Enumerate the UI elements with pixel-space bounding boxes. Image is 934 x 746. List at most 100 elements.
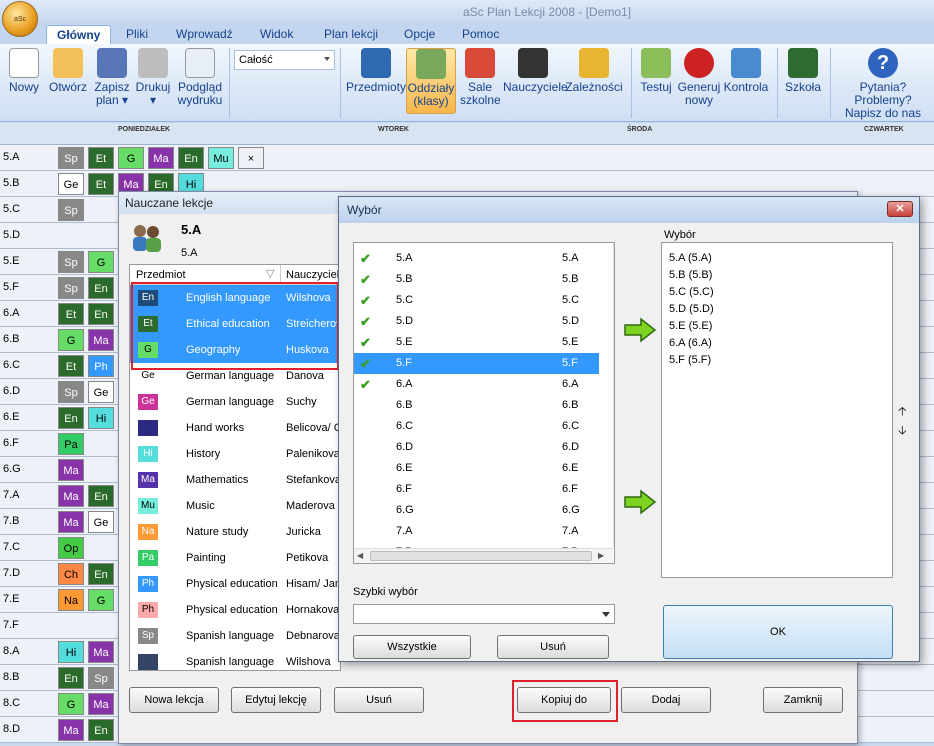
add-all-arrow-icon[interactable] <box>623 489 657 515</box>
source-row[interactable]: 6.C 6.C <box>354 416 599 437</box>
selected-item[interactable]: 5.F (5.F) <box>669 352 885 369</box>
lesson-row[interactable]: Ge German language Suchy <box>130 389 340 415</box>
row-label[interactable]: 6.E <box>3 411 20 423</box>
row-label[interactable]: 7.E <box>3 593 20 605</box>
lesson-row[interactable]: Ma Mathematics Stefankova <box>130 467 340 493</box>
scroll-right-icon[interactable]: ▶ <box>598 551 604 560</box>
lesson-card[interactable]: G <box>58 329 84 351</box>
lesson-card[interactable]: Ma <box>88 641 114 663</box>
lesson-card[interactable]: G <box>118 147 144 169</box>
add-button[interactable]: Dodaj <box>621 687 711 713</box>
lesson-card[interactable]: G <box>88 251 114 273</box>
tab-wprowadz[interactable]: Wprowadź <box>166 25 243 44</box>
remove-button[interactable]: Usuń <box>497 635 609 659</box>
generate-button[interactable]: Generuj nowy <box>677 48 721 107</box>
tab-widok[interactable]: Widok <box>250 25 303 44</box>
row-label[interactable]: 7.B <box>3 515 20 527</box>
row-label[interactable]: 6.G <box>3 463 21 475</box>
lesson-row[interactable]: Ph Physical education Hornakova <box>130 597 340 623</box>
row-label[interactable]: 6.A <box>3 307 20 319</box>
selected-item[interactable]: 5.C (5.C) <box>669 284 885 301</box>
lesson-card[interactable]: Ge <box>88 381 114 403</box>
selected-item[interactable]: 5.B (5.B) <box>669 267 885 284</box>
lesson-card[interactable]: Ge <box>58 173 84 195</box>
tab-glowny[interactable]: Główny <box>46 25 112 44</box>
row-label[interactable]: 5.B <box>3 177 20 189</box>
lesson-card[interactable]: Sp <box>58 381 84 403</box>
hscroll-thumb[interactable] <box>370 551 592 561</box>
new-button[interactable]: Nowy <box>6 48 42 94</box>
help-button[interactable]: ? Pytania? Problemy? Napisz do nas <box>834 48 932 120</box>
lesson-card[interactable]: G <box>58 693 84 715</box>
lesson-card[interactable]: Et <box>58 303 84 325</box>
source-row[interactable]: ✔ 5.D 5.D <box>354 311 599 332</box>
lesson-card[interactable]: En <box>58 667 84 689</box>
source-row[interactable]: ✔ 5.B 5.B <box>354 269 599 290</box>
tab-pomoc[interactable]: Pomoc <box>452 25 509 44</box>
classes-button[interactable]: Oddziały (klasy) <box>406 48 456 114</box>
lesson-card[interactable]: Op <box>58 537 84 559</box>
lesson-card[interactable]: Et <box>88 173 114 195</box>
source-row[interactable]: ✔ 5.A 5.A <box>354 248 599 269</box>
open-button[interactable]: Otwórz <box>46 48 90 94</box>
source-row[interactable]: ✔ 5.E 5.E <box>354 332 599 353</box>
lesson-card[interactable]: En <box>58 407 84 429</box>
lesson-card[interactable]: Ph <box>88 355 114 377</box>
horizontal-scrollbar[interactable]: ◀ ▶ <box>354 548 613 563</box>
lesson-card[interactable]: En <box>88 563 114 585</box>
column-teacher[interactable]: Nauczyciel <box>286 269 339 281</box>
print-button[interactable]: Drukuj ▾ <box>133 48 173 107</box>
row-label[interactable]: 7.C <box>3 541 20 553</box>
row-label[interactable]: 6.C <box>3 359 20 371</box>
source-row[interactable]: 6.D 6.D <box>354 437 599 458</box>
selected-item[interactable]: 5.D (5.D) <box>669 301 885 318</box>
lesson-card[interactable]: Sp <box>58 199 84 221</box>
selected-item[interactable]: 5.E (5.E) <box>669 318 885 335</box>
lesson-card[interactable]: Pa <box>58 433 84 455</box>
lesson-card[interactable]: Ma <box>58 459 84 481</box>
row-label[interactable]: 5.A <box>3 151 20 163</box>
selected-class-list[interactable]: 5.A (5.A) 5.B (5.B) 5.C (5.C) 5.D (5.D) 5.E … <box>661 242 893 578</box>
source-class-list[interactable]: ✔ 5.A 5.A ✔ 5.B 5.B ✔ 5.C 5.C ✔ 5.D 5.D ✔ 5.E 5.E ✔ 5.F 5… <box>353 242 615 564</box>
lesson-card[interactable]: Na <box>58 589 84 611</box>
view-scope-select[interactable]: Całość <box>234 50 335 70</box>
lesson-card[interactable]: Ma <box>58 719 84 741</box>
lesson-card[interactable]: Ma <box>148 147 174 169</box>
tab-plan-lekcji[interactable]: Plan lekcji <box>314 25 388 44</box>
row-label[interactable]: 5.E <box>3 255 20 267</box>
row-label[interactable]: 6.D <box>3 385 20 397</box>
vertical-scrollbar[interactable]: ▲ ▼ <box>613 243 614 547</box>
row-label[interactable]: 7.A <box>3 489 20 501</box>
lesson-card[interactable]: Sp <box>88 667 114 689</box>
source-row[interactable]: ✔ 6.A 6.A <box>354 374 599 395</box>
lesson-row[interactable]: Ph Physical education Hisam/ Jam <box>130 571 340 597</box>
test-button[interactable]: Testuj <box>638 48 674 94</box>
source-row[interactable]: 6.E 6.E <box>354 458 599 479</box>
lesson-card[interactable]: En <box>88 485 114 507</box>
lesson-row[interactable]: Pa Painting Petikova <box>130 545 340 571</box>
lesson-card[interactable]: Hi <box>88 407 114 429</box>
lesson-card[interactable]: Sp <box>58 147 84 169</box>
lesson-row[interactable]: Hand works Belicova/ Ch <box>130 415 340 441</box>
lesson-row[interactable]: Mu Music Maderova <box>130 493 340 519</box>
lesson-row[interactable]: Na Nature study Juricka <box>130 519 340 545</box>
lesson-card[interactable]: Ge <box>88 511 114 533</box>
lesson-card[interactable]: En <box>88 277 114 299</box>
teachers-button[interactable]: Nauczyciele <box>503 48 568 94</box>
lesson-card[interactable]: Sp <box>58 251 84 273</box>
row-label[interactable]: 6.F <box>3 437 19 449</box>
lesson-card[interactable]: G <box>88 589 114 611</box>
edit-lesson-button[interactable]: Edytuj lekcję <box>231 687 321 713</box>
move-down-icon[interactable]: 🡣 <box>898 421 907 442</box>
close-button[interactable]: Zamknij <box>763 687 843 713</box>
row-label[interactable]: 8.A <box>3 645 20 657</box>
tab-pliki[interactable]: Pliki <box>116 25 158 44</box>
delete-lesson-button[interactable]: Usuń <box>334 687 424 713</box>
subjects-button[interactable]: Przedmioty <box>346 48 406 94</box>
source-row[interactable]: ✔ 5.F 5.F <box>354 353 599 374</box>
selected-item[interactable]: 5.A (5.A) <box>669 250 885 267</box>
close-icon[interactable]: ✕ <box>887 201 913 217</box>
lesson-card[interactable]: Ch <box>58 563 84 585</box>
lesson-card[interactable]: Et <box>58 355 84 377</box>
tab-opcje[interactable]: Opcje <box>394 25 445 44</box>
